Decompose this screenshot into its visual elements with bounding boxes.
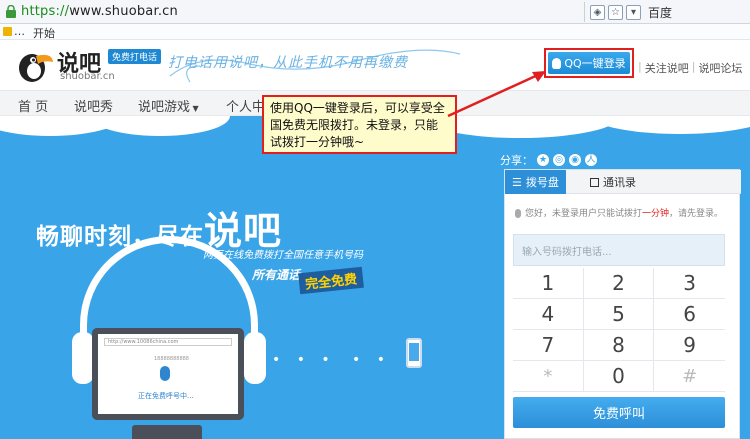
dots-decoration: • • • [272, 352, 336, 368]
key-2[interactable]: 2 [583, 268, 655, 299]
forum-link[interactable]: 说吧论坛 [698, 60, 742, 76]
hero-free-pre: 所有通话 [252, 268, 301, 282]
qq-login-button[interactable]: QQ一键登录 [544, 48, 634, 78]
mobile-phone-icon [406, 338, 422, 368]
key-9[interactable]: 9 [654, 330, 725, 361]
search-engine-icon[interactable]: ▾ [626, 4, 641, 20]
monitor-number: 18888888888 [154, 356, 189, 362]
nav-item-home[interactable]: 首 页 [18, 96, 48, 115]
key-4[interactable]: 4 [513, 299, 584, 330]
tab-contacts-label: 通讯录 [603, 176, 636, 189]
keypad: 1 2 3 4 5 6 7 8 9 * 0 # [513, 268, 725, 392]
site-header: 说吧 shuobar.cn 免费打电话 打电话用说吧，从此手机不用再缴费 QQ一… [0, 40, 750, 90]
cloud-decoration [90, 116, 230, 136]
tab-contacts[interactable]: 通讯录 [583, 170, 643, 194]
key-6[interactable]: 6 [654, 299, 725, 330]
url-protocol: https:// [21, 4, 70, 19]
folder-icon [3, 27, 12, 36]
key-star[interactable]: * [513, 361, 584, 392]
logo-badge: 免费打电话 [108, 49, 162, 64]
dots-decoration: • • [352, 352, 391, 368]
hero-free-badge: 完全免费 [298, 266, 364, 295]
key-hash[interactable]: # [654, 361, 725, 392]
login-notice: 您好，未登录用户只能试拨打一分钟，请先登录。 [515, 206, 723, 219]
sina-weibo-icon[interactable]: ◉ [569, 154, 581, 166]
nav-item-show[interactable]: 说吧秀 [74, 96, 113, 115]
annotation-callout: 使用QQ一键登录后，可以享受全国免费无限拨打。未登录，只能试拨打一分钟哦~ [262, 95, 457, 154]
monitor-illustration: http://www.10086china.com 18888888888 正在… [92, 328, 244, 420]
renren-icon[interactable]: 人 [585, 154, 597, 166]
bookmark-start[interactable]: 开始 [33, 25, 55, 41]
key-1[interactable]: 1 [513, 268, 584, 299]
slogan: 打电话用说吧，从此手机不用再缴费 [168, 55, 408, 71]
notice-pre: 您好，未登录用户只能试拨打 [525, 209, 643, 219]
contacts-icon [590, 177, 599, 187]
left-earcup-decoration [72, 332, 94, 384]
share-label: 分享： [500, 154, 533, 167]
tencent-weibo-icon[interactable]: ◎ [553, 154, 565, 166]
cloud-decoration [590, 116, 750, 134]
monitor-address: http://www.10086china.com [104, 338, 232, 346]
dialer-panel: ☰ 拨号盘 通讯录 您好，未登录用户只能试拨打一分钟，请先登录。 输入号码拨打电… [504, 169, 741, 439]
nav-item-personal[interactable]: 个人中 [226, 96, 265, 115]
browser-address-bar: https://www.shuobar.cn ◈ ☆ ▾ 百度 [0, 0, 750, 24]
follow-link[interactable]: 关注说吧 [645, 60, 689, 76]
notice-post: ，请先登录。 [669, 209, 724, 219]
bookmark-star-icon[interactable]: ☆ [608, 4, 623, 20]
key-5[interactable]: 5 [583, 299, 655, 330]
monitor-status: 正在免费呼号中... [138, 392, 194, 400]
monitor-stand [132, 425, 202, 439]
tab-dialpad[interactable]: ☰ 拨号盘 [505, 170, 566, 194]
microphone-icon [160, 366, 170, 381]
bookmark-bar: … 开始 [0, 24, 750, 40]
search-engine-label[interactable]: 百度 [648, 4, 672, 21]
free-call-button[interactable]: 免费呼叫 [513, 397, 725, 428]
right-earcup-decoration [244, 332, 266, 384]
key-3[interactable]: 3 [654, 268, 725, 299]
addrbar-divider [584, 2, 585, 22]
bookmark-item[interactable]: … [14, 25, 25, 38]
tab-dialpad-label: 拨号盘 [525, 176, 559, 189]
shield-icon[interactable]: ◈ [590, 4, 605, 20]
url-field[interactable]: https://www.shuobar.cn [21, 4, 178, 19]
hero-banner: 分享： ★ ◎ ◉ 人 畅聊时刻，尽在说吧 网页在线免费拨打全国任意手机号码 所… [0, 116, 750, 439]
lock-icon [6, 5, 16, 18]
addrbar-icons: ◈ ☆ ▾ [590, 4, 641, 20]
key-8[interactable]: 8 [583, 330, 655, 361]
qzone-icon[interactable]: ★ [537, 154, 549, 166]
share-bar: 分享： ★ ◎ ◉ 人 [500, 152, 597, 168]
dialer-tabs: ☰ 拨号盘 通讯录 [505, 170, 741, 194]
header-links: | 关注说吧 | 说吧论坛 [638, 60, 743, 76]
url-host: www.shuobar.cn [69, 4, 178, 19]
phone-number-input[interactable]: 输入号码拨打电话... [513, 234, 725, 266]
toucan-logo-icon[interactable] [14, 46, 54, 84]
chevron-down-icon: ▼ [190, 104, 199, 113]
qq-login-label: QQ一键登录 [564, 57, 626, 70]
key-7[interactable]: 7 [513, 330, 584, 361]
dialpad-icon: ☰ [512, 175, 522, 189]
nav-item-games[interactable]: 说吧游戏 ▼ [138, 96, 199, 115]
microphone-icon [515, 209, 521, 218]
notice-red: 一分钟 [642, 209, 670, 219]
qq-penguin-icon [552, 57, 562, 69]
key-0[interactable]: 0 [583, 361, 655, 392]
logo-domain: shuobar.cn [60, 71, 115, 82]
